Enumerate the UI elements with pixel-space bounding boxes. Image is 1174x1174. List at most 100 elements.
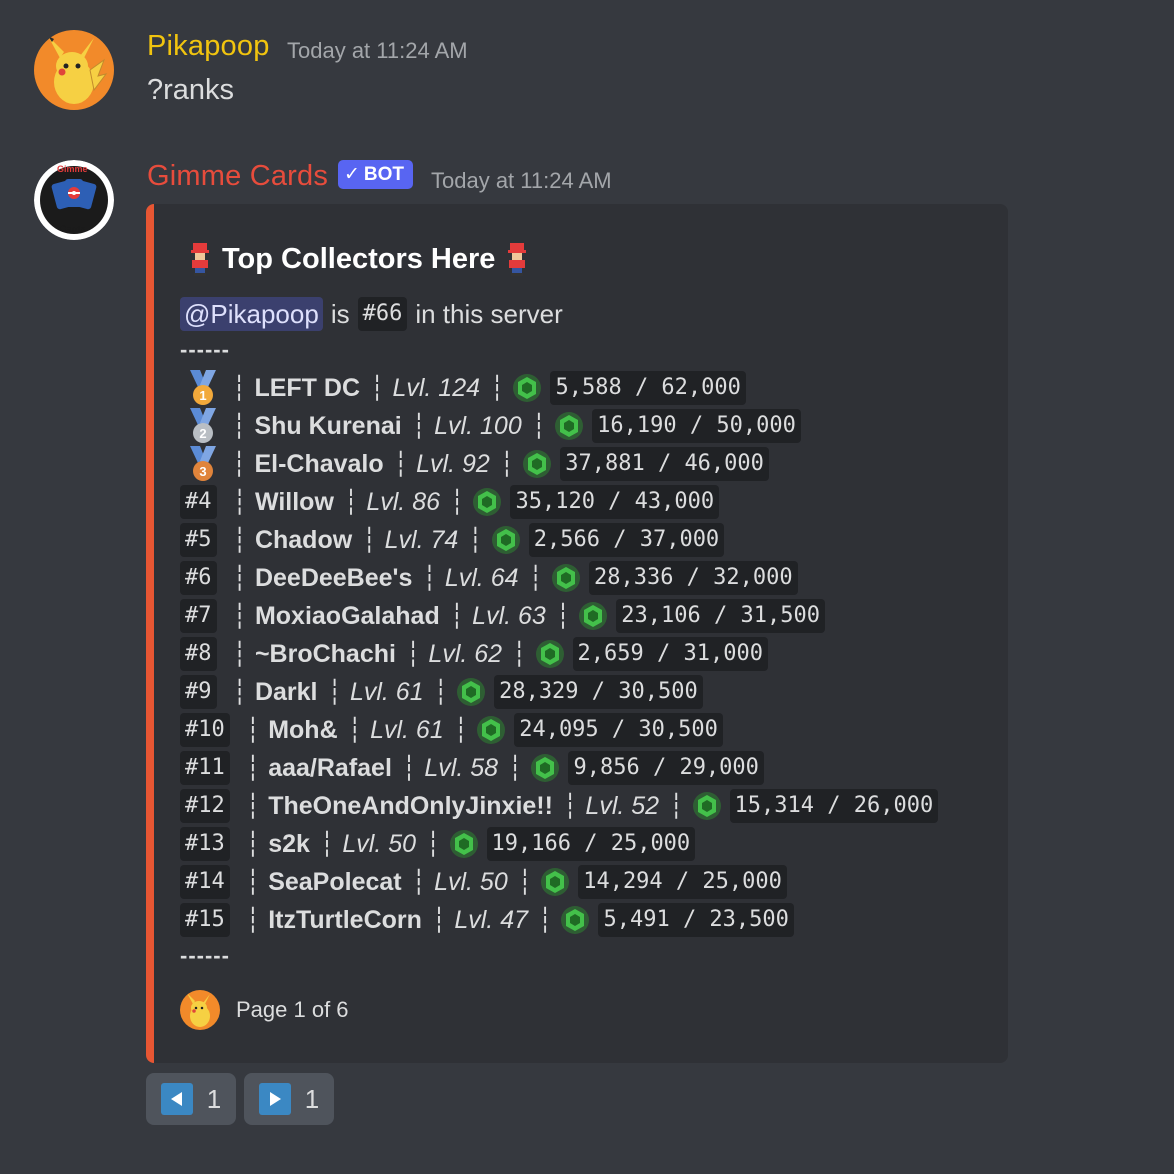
- separator: ┆: [245, 716, 261, 744]
- separator: ┆: [405, 640, 421, 668]
- message-timestamp: Today at 11:24 AM: [431, 168, 612, 193]
- separator: ┆: [531, 412, 547, 440]
- player-level: Lvl. 62: [428, 639, 503, 668]
- xp-gem-icon: [523, 450, 552, 478]
- player-xp: 16,190 / 50,000: [592, 409, 801, 443]
- separator: ┆: [401, 754, 417, 782]
- separator: ┆: [245, 868, 261, 896]
- player-xp: 15,314 / 26,000: [729, 789, 939, 823]
- prev-page-button[interactable]: 1: [146, 1073, 236, 1125]
- player-xp: 35,120 / 43,000: [510, 485, 720, 519]
- player-xp: 5,588 / 62,000: [550, 371, 746, 405]
- separator: ┆: [347, 716, 363, 744]
- player-level: Lvl. 86: [366, 487, 441, 516]
- next-page-button[interactable]: 1: [244, 1073, 334, 1125]
- xp-gem-icon: [473, 488, 502, 516]
- xp-gem-icon: [561, 906, 590, 934]
- separator: ┆: [232, 488, 248, 516]
- player-level: Lvl. 50: [434, 867, 508, 896]
- ranks-embed: Top Collectors Here @Pikapoop is #66 in …: [146, 204, 1008, 1063]
- player-name: ItzTurtleCorn: [268, 905, 422, 934]
- rank-number: #9: [180, 675, 217, 709]
- separator: ┆: [411, 412, 427, 440]
- separator: ┆: [232, 526, 248, 554]
- prev-page-count: 1: [206, 1083, 222, 1114]
- separator: ┆: [528, 564, 544, 592]
- separator: ┆: [669, 792, 684, 820]
- player-level: Lvl. 63: [472, 601, 546, 630]
- trainer-icon: [508, 243, 527, 276]
- separator: ┆: [431, 906, 447, 934]
- xp-gem-icon: [449, 830, 478, 858]
- leaderboard-row: #10 ┆ Moh& ┆ Lvl. 61 ┆ 24,095 / 30,500: [180, 711, 723, 749]
- bronze-medal-icon: 3: [190, 446, 216, 481]
- player-name: LEFT DC: [254, 373, 360, 402]
- xp-gem-icon: [555, 412, 584, 440]
- separator: ┆: [245, 754, 261, 782]
- player-xp: 2,566 / 37,000: [528, 523, 725, 557]
- medal-rank-number: 2: [199, 426, 206, 441]
- avatar-text-top: Gimme: [57, 164, 88, 174]
- player-xp: 9,856 / 29,000: [568, 751, 764, 785]
- pikapoop-avatar[interactable]: [34, 30, 114, 110]
- leaderboard-row: #6 ┆ DeeDeeBee's ┆ Lvl. 64 ┆ 28,336 / 32,000: [180, 559, 798, 597]
- separator: ┆: [411, 868, 427, 896]
- player-level: Lvl. 47: [454, 905, 529, 934]
- right-arrow-icon: [258, 1083, 291, 1115]
- separator: ┆: [232, 450, 247, 478]
- rank-number: #4: [180, 485, 217, 519]
- medal-rank-number: 3: [199, 464, 206, 479]
- username-gimme-cards[interactable]: Gimme Cards: [147, 160, 328, 193]
- player-level: Lvl. 74: [384, 525, 459, 554]
- avatar-text-bottom: Cards: [60, 224, 86, 234]
- rank-number: #10: [180, 713, 230, 747]
- separator: ┆: [232, 678, 248, 706]
- player-xp: 37,881 / 46,000: [560, 447, 769, 481]
- player-name: DeeDeeBee's: [254, 563, 413, 592]
- player-name: Darkl: [254, 677, 318, 706]
- rank-number: #5: [180, 523, 217, 557]
- rank-number: #15: [180, 903, 230, 937]
- player-level: Lvl. 50: [342, 829, 417, 858]
- rank-number: #14: [180, 865, 230, 899]
- silver-medal-icon: 2: [190, 408, 216, 443]
- separator: ┆: [362, 526, 377, 554]
- separator: ┆: [245, 792, 261, 820]
- username-pikapoop[interactable]: Pikapoop: [147, 30, 270, 63]
- separator: ┆: [490, 374, 505, 402]
- xp-gem-icon: [541, 868, 570, 896]
- separator: ┆: [343, 488, 359, 516]
- player-name: Moh&: [268, 715, 338, 744]
- player-name: s2k: [268, 829, 310, 858]
- separator: ┆: [468, 526, 483, 554]
- separator: ┆: [499, 450, 515, 478]
- player-xp: 2,659 / 31,000: [572, 637, 768, 671]
- player-level: Lvl. 64: [444, 563, 519, 592]
- leaderboard-row: #14 ┆ SeaPolecat ┆ Lvl. 50 ┆ 14,294 / 25,000: [180, 863, 787, 901]
- player-name: ~BroChachi: [254, 639, 396, 668]
- divider-bottom: ------: [180, 943, 230, 968]
- player-name: El-Chavalo: [254, 449, 384, 478]
- message-content: ?ranks: [147, 74, 235, 106]
- separator: ┆: [393, 450, 409, 478]
- divider-top: ------: [180, 337, 230, 362]
- separator: ┆: [517, 868, 533, 896]
- user-rank-line: @Pikapoop is #66 in this server: [180, 296, 563, 332]
- player-xp: 23,106 / 31,500: [616, 599, 825, 633]
- message-timestamp: Today at 11:24 AM: [287, 38, 468, 63]
- separator: ┆: [245, 906, 261, 934]
- player-xp: 28,329 / 30,500: [494, 675, 703, 709]
- user-mention[interactable]: @Pikapoop: [180, 297, 323, 331]
- player-name: TheOneAndOnlyJinxie!!: [268, 791, 553, 820]
- bot-badge: ✓ BOT: [338, 160, 414, 189]
- xp-gem-icon: [692, 792, 721, 820]
- user-rank-code: #66: [357, 297, 408, 331]
- leaderboard-row: #15 ┆ ItzTurtleCorn ┆ Lvl. 47 ┆ 5,491 / 23,500: [180, 901, 794, 939]
- leaderboard-row: #9 ┆ Darkl ┆ Lvl. 61 ┆ 28,329 / 30,500: [180, 673, 703, 711]
- separator: ┆: [426, 830, 441, 858]
- separator: ┆: [232, 640, 248, 668]
- separator: ┆: [538, 906, 553, 934]
- rank-number: #7: [180, 599, 217, 633]
- player-xp: 5,491 / 23,500: [598, 903, 794, 937]
- leaderboard-row: #11 ┆ aaa/Rafael ┆ Lvl. 58 ┆ 9,856 / 29,000: [180, 749, 764, 787]
